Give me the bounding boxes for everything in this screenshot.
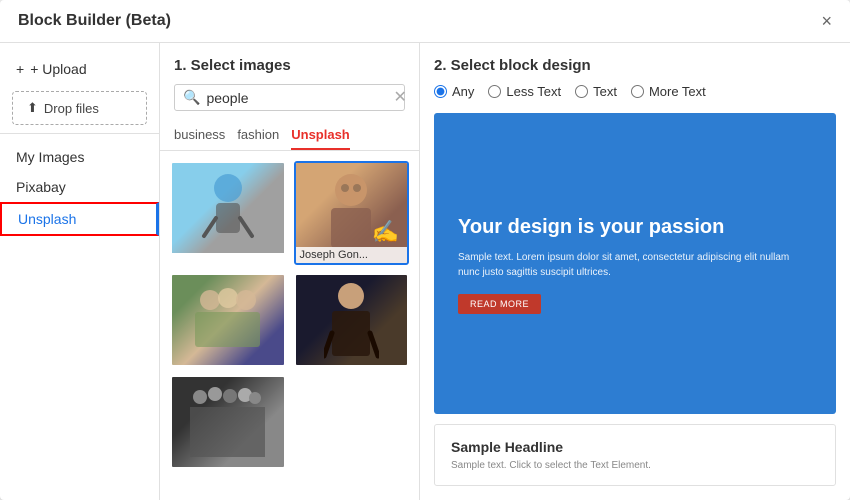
radio-option-more-text[interactable]: More Text xyxy=(631,84,706,99)
radio-text[interactable] xyxy=(575,85,588,98)
preview-card-blue[interactable]: Your design is your passion Sample text.… xyxy=(434,113,836,414)
image-item-joseph[interactable]: Joseph Gon... ✍ xyxy=(294,161,410,265)
image-thumbnail xyxy=(296,275,408,365)
center-panel: 1. Select images 🔍 ✕ business fashion Un… xyxy=(160,43,420,500)
upload-cloud-icon: ⬆ xyxy=(27,100,38,116)
block-design-section: 2. Select block design Any Less Text Tex… xyxy=(434,57,836,99)
unsplash-label: Unsplash xyxy=(18,211,76,227)
radio-option-text[interactable]: Text xyxy=(575,84,617,99)
right-panel: 2. Select block design Any Less Text Tex… xyxy=(420,43,850,500)
search-input[interactable] xyxy=(206,90,387,106)
sidebar-item-unsplash[interactable]: Unsplash xyxy=(0,202,159,236)
preview-white-body: Sample text. Click to select the Text El… xyxy=(451,460,819,471)
sidebar-item-my-images[interactable]: My Images xyxy=(0,142,159,172)
tab-unsplash[interactable]: Unsplash xyxy=(291,127,350,150)
tabs: business fashion Unsplash xyxy=(160,119,419,151)
radio-group: Any Less Text Text More Text xyxy=(434,84,836,99)
radio-option-any[interactable]: Any xyxy=(434,84,474,99)
pixabay-label: Pixabay xyxy=(16,179,66,195)
radio-more-text-label: More Text xyxy=(649,84,706,99)
tab-business[interactable]: business xyxy=(174,127,225,150)
image-caption: Joseph Gon... xyxy=(296,247,408,263)
radio-any-label: Any xyxy=(452,84,474,99)
preview-blue-body: Sample text. Lorem ipsum dolor sit amet,… xyxy=(458,250,812,280)
center-panel-header: 1. Select images 🔍 ✕ xyxy=(160,43,419,119)
image-item[interactable] xyxy=(170,273,286,367)
close-button[interactable]: × xyxy=(821,12,832,30)
image-item[interactable] xyxy=(170,375,286,469)
sidebar-item-pixabay[interactable]: Pixabay xyxy=(0,172,159,202)
block-design-title: 2. Select block design xyxy=(434,57,836,74)
drop-files-button[interactable]: ⬆ Drop files xyxy=(12,91,147,125)
radio-more-text[interactable] xyxy=(631,85,644,98)
radio-text-label: Text xyxy=(593,84,617,99)
images-grid: Joseph Gon... ✍ xyxy=(160,151,419,500)
upload-label: + Upload xyxy=(30,61,86,77)
clear-search-button[interactable]: ✕ xyxy=(393,90,406,106)
radio-less-text-label: Less Text xyxy=(506,84,561,99)
image-thumbnail xyxy=(172,163,284,253)
image-thumbnail xyxy=(172,275,284,365)
tab-fashion[interactable]: fashion xyxy=(237,127,279,150)
radio-option-less-text[interactable]: Less Text xyxy=(488,84,561,99)
preview-white-heading: Sample Headline xyxy=(451,439,819,455)
image-thumbnail xyxy=(172,377,284,467)
radio-any[interactable] xyxy=(434,85,447,98)
radio-less-text[interactable] xyxy=(488,85,501,98)
upload-icon: + xyxy=(16,61,24,77)
modal-title: Block Builder (Beta) xyxy=(18,12,171,30)
preview-blue-heading: Your design is your passion xyxy=(458,214,812,240)
read-more-button[interactable]: READ MORE xyxy=(458,294,541,314)
sidebar: + + Upload ⬆ Drop files My Images Pixaba… xyxy=(0,43,160,500)
upload-button[interactable]: + + Upload xyxy=(0,55,159,83)
modal-header: Block Builder (Beta) × xyxy=(0,0,850,43)
modal-body: + + Upload ⬆ Drop files My Images Pixaba… xyxy=(0,43,850,500)
image-item[interactable] xyxy=(170,161,286,265)
my-images-label: My Images xyxy=(16,149,84,165)
drop-files-label: Drop files xyxy=(44,101,99,116)
preview-area: Your design is your passion Sample text.… xyxy=(434,113,836,486)
image-item[interactable] xyxy=(294,273,410,367)
sidebar-divider xyxy=(0,133,159,134)
block-builder-modal: Block Builder (Beta) × + + Upload ⬆ Drop… xyxy=(0,0,850,500)
search-bar: 🔍 ✕ xyxy=(174,84,405,111)
search-icon: 🔍 xyxy=(183,89,200,106)
select-images-title: 1. Select images xyxy=(174,57,405,74)
preview-card-white[interactable]: Sample Headline Sample text. Click to se… xyxy=(434,424,836,486)
